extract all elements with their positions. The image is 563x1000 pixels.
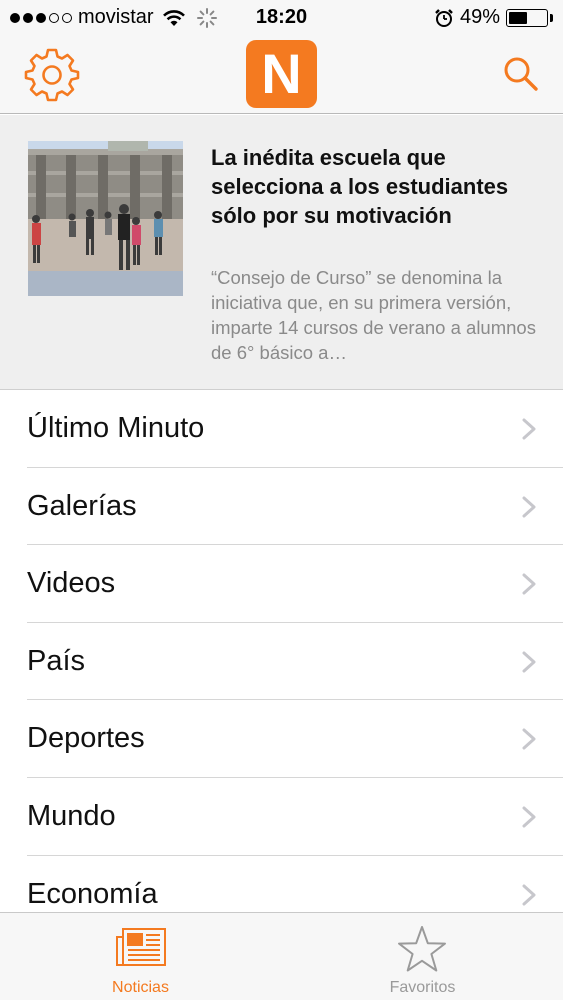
app-screen: movistar 18:20 49% N La inédita escuela … <box>0 0 563 1000</box>
chevron-right-icon <box>522 728 536 750</box>
section-row[interactable]: Videos <box>27 545 563 623</box>
section-row[interactable]: Último Minuto <box>27 390 563 468</box>
featured-article-title: La inédita escuela que selecciona a los … <box>211 145 509 228</box>
section-row[interactable]: Mundo <box>27 778 563 856</box>
chevron-right-icon <box>522 884 536 906</box>
tab-bar: Noticias Favoritos <box>0 912 563 1000</box>
battery-icon <box>506 8 548 27</box>
alarm-icon <box>435 8 453 27</box>
school-courtyard-photo <box>28 141 183 296</box>
search-button[interactable] <box>501 54 541 94</box>
battery-cap <box>550 13 553 22</box>
featured-article[interactable]: La inédita escuela que selecciona a los … <box>0 115 563 390</box>
chevron-right-icon <box>522 573 536 595</box>
app-logo: N <box>246 40 317 108</box>
status-bar: movistar 18:20 49% <box>0 0 563 38</box>
section-row[interactable]: Deportes <box>27 700 563 778</box>
star-icon <box>398 926 446 972</box>
featured-article-summary: “Consejo de Curso” se denomina la inicia… <box>211 267 536 363</box>
section-row[interactable]: País <box>27 623 563 701</box>
settings-button[interactable] <box>24 46 80 102</box>
section-row-label: País <box>27 644 86 677</box>
status-right: 49% <box>434 6 553 29</box>
newspaper-icon <box>116 928 166 966</box>
featured-article-image <box>28 141 183 296</box>
section-row-label: Mundo <box>27 799 116 832</box>
section-row-label: Videos <box>27 567 116 600</box>
gear-icon <box>24 48 80 102</box>
chevron-right-icon <box>522 651 536 673</box>
section-row-label: Economía <box>27 877 158 910</box>
search-icon <box>504 57 538 91</box>
navigation-bar: N <box>0 38 563 114</box>
tab-noticias-label: Noticias <box>112 979 169 996</box>
section-row-label: Deportes <box>27 722 145 755</box>
chevron-right-icon <box>522 496 536 518</box>
tab-noticias[interactable]: Noticias <box>0 913 281 1000</box>
tab-favoritos[interactable]: Favoritos <box>282 913 563 1000</box>
battery-percent: 49% <box>459 6 500 28</box>
chevron-right-icon <box>522 806 536 828</box>
chevron-right-icon <box>522 418 536 440</box>
section-row[interactable]: Galerías <box>27 468 563 546</box>
section-row-label: Galerías <box>27 489 137 522</box>
tab-favoritos-label: Favoritos <box>389 979 456 996</box>
section-row-label: Último Minuto <box>27 412 205 444</box>
battery-level <box>509 11 527 24</box>
section-list: Último Minuto Galerías Videos País Deportes M… <box>0 390 563 934</box>
